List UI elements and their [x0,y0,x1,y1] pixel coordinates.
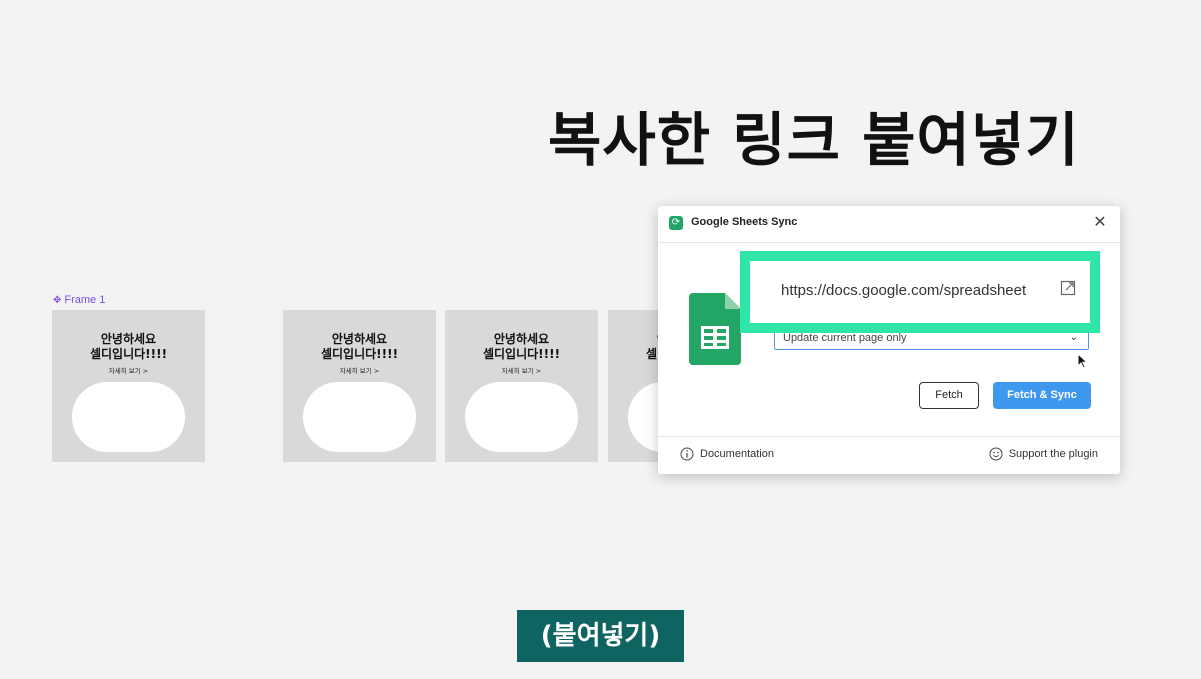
card-pill-shape [303,382,416,452]
plugin-dialog: ⟳ Google Sheets Sync ✕ Update current pa… [658,206,1120,474]
fetch-button[interactable]: Fetch [919,382,979,409]
mouse-cursor-icon [1077,353,1089,369]
frame-label-text: Frame 1 [64,294,106,306]
frame-icon: ✥ [53,294,62,306]
info-icon [680,447,694,461]
url-input[interactable]: https://docs.google.com/spreadsheet [781,282,1047,299]
documentation-link[interactable]: Documentation [680,447,774,461]
sync-icon: ⟳ [669,216,683,230]
dialog-title: Google Sheets Sync [691,216,798,228]
card-title-line2: 셀디입니다!!!! [320,347,399,361]
card-title-line2: 셀디입니다!!!! [482,347,561,361]
sync-mode-value: Update current page only [783,332,907,344]
card-more-link: 자세히 보기 > [108,367,149,375]
canvas-card[interactable]: 안녕하세요 셀디입니다!!!! 자세히 보기 > [52,310,205,462]
documentation-label: Documentation [700,448,774,460]
headline-title: 복사한 링크 붙여넣기 [548,106,1080,174]
support-link[interactable]: Support the plugin [989,447,1098,461]
google-sheets-icon [689,293,741,365]
frame-label[interactable]: ✥ Frame 1 [53,294,105,306]
paste-icon[interactable] [1060,278,1078,296]
card-pill-shape [465,382,578,452]
support-label: Support the plugin [1008,448,1098,460]
fetch-and-sync-button[interactable]: Fetch & Sync [993,382,1091,409]
dialog-footer: Documentation Support the plugin [658,436,1120,474]
card-title-line2: 셀디입니다!!!! [89,347,168,361]
card-more-link: 자세히 보기 > [501,367,542,375]
card-more-link: 자세히 보기 > [339,367,380,375]
close-icon[interactable]: ✕ [1090,212,1110,232]
subtitle-caption: (붙여넣기) [517,610,684,662]
url-input-highlight[interactable]: https://docs.google.com/spreadsheet [740,251,1100,333]
canvas-card[interactable]: 안녕하세요 셀디입니다!!!! 자세히 보기 > [445,310,598,462]
smile-icon [989,447,1003,461]
dialog-header: ⟳ Google Sheets Sync ✕ [658,206,1120,243]
card-pill-shape [72,382,185,452]
canvas-card[interactable]: 안녕하세요 셀디입니다!!!! 자세히 보기 > [283,310,436,462]
